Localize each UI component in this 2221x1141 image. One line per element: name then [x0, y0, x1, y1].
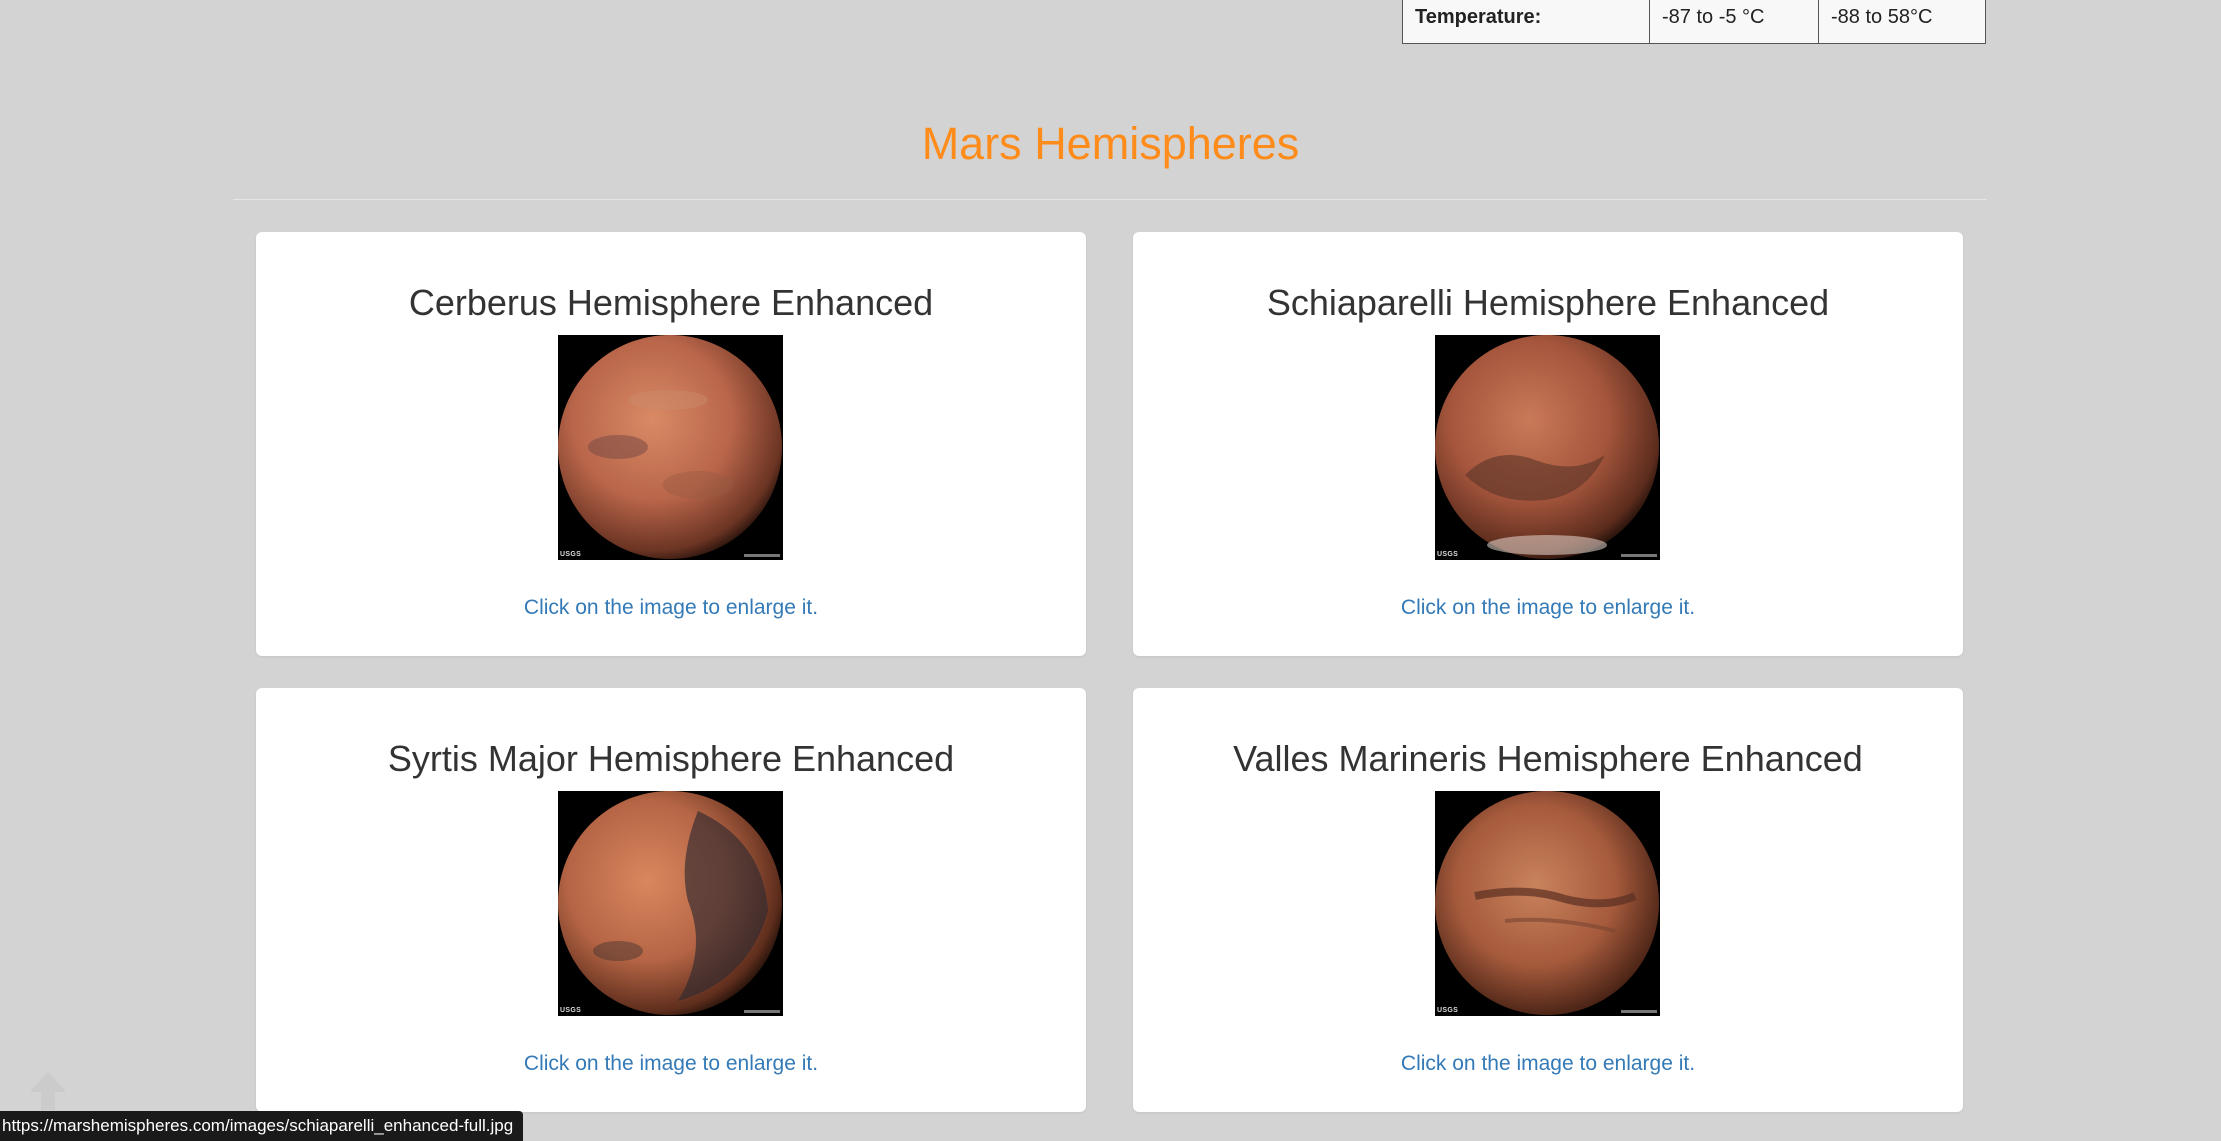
hemisphere-title: Cerberus Hemisphere Enhanced — [408, 282, 934, 323]
enlarge-link[interactable]: Click on the image to enlarge it. — [1133, 1052, 1963, 1076]
hemisphere-image[interactable]: USGS — [1435, 335, 1660, 560]
image-label-mark — [744, 1010, 780, 1013]
hemisphere-image[interactable]: USGS — [558, 335, 783, 560]
image-label-mark — [1621, 1010, 1657, 1013]
usgs-logo: USGS — [560, 551, 582, 558]
usgs-logo: USGS — [1437, 551, 1459, 558]
usgs-logo: USGS — [1437, 1007, 1459, 1014]
table-row: Temperature: -87 to -5 °C -88 to 58°C — [1402, 0, 1986, 44]
status-bar-url: https://marshemispheres.com/images/schia… — [0, 1111, 524, 1141]
section-title: Mars Hemispheres — [921, 118, 1300, 169]
hemisphere-card-schiaparelli: Schiaparelli Hemisphere Enhanced USGS Cl… — [1133, 232, 1963, 656]
hemisphere-image[interactable]: USGS — [558, 791, 783, 1016]
divider — [233, 199, 1987, 200]
hemisphere-card-syrtis-major: Syrtis Major Hemisphere Enhanced USGS Cl… — [256, 688, 1086, 1112]
enlarge-link[interactable]: Click on the image to enlarge it. — [256, 1052, 1086, 1076]
image-label-mark — [744, 554, 780, 557]
mars-facts-table: Temperature: -87 to -5 °C -88 to 58°C — [1402, 0, 1986, 44]
table-cell-earth: -88 to 58°C — [1818, 0, 1986, 44]
table-cell-mars: -87 to -5 °C — [1649, 0, 1819, 44]
arrow-up-icon[interactable] — [26, 1068, 70, 1112]
mars-globe-image — [1435, 335, 1659, 559]
hemisphere-card-valles-marineris: Valles Marineris Hemisphere Enhanced USG… — [1133, 688, 1963, 1112]
hemisphere-image[interactable]: USGS — [1435, 791, 1660, 1016]
hemisphere-title: Syrtis Major Hemisphere Enhanced — [387, 738, 955, 779]
mars-globe-image — [558, 791, 782, 1015]
mars-globe-image — [558, 335, 782, 559]
enlarge-link[interactable]: Click on the image to enlarge it. — [256, 596, 1086, 620]
usgs-logo: USGS — [560, 1007, 582, 1014]
table-cell-label: Temperature: — [1402, 0, 1650, 44]
mars-globe-image — [1435, 791, 1659, 1015]
hemisphere-title: Valles Marineris Hemisphere Enhanced — [1233, 738, 1863, 779]
image-label-mark — [1621, 554, 1657, 557]
hemisphere-card-cerberus: Cerberus Hemisphere Enhanced USGS Click … — [256, 232, 1086, 656]
hemisphere-title: Schiaparelli Hemisphere Enhanced — [1266, 282, 1830, 323]
enlarge-link[interactable]: Click on the image to enlarge it. — [1133, 596, 1963, 620]
